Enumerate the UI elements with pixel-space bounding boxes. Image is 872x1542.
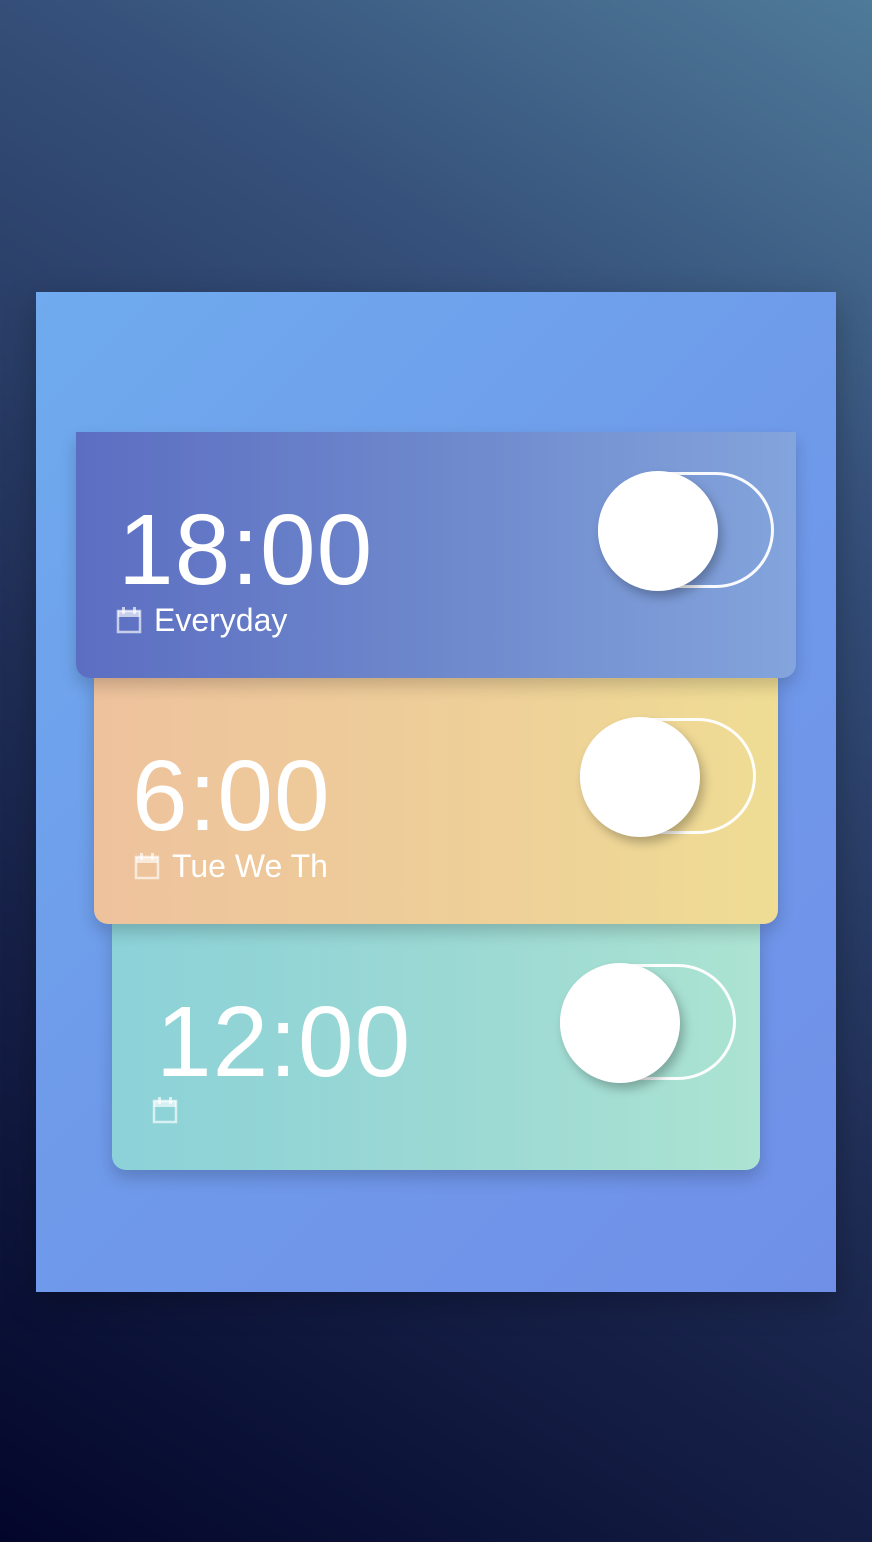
alarm-toggle[interactable]: [580, 717, 756, 837]
alarm-days-label: Tue We Th: [172, 848, 328, 884]
calendar-icon: [134, 853, 160, 880]
alarm-card[interactable]: 18:00 Everyday: [76, 432, 796, 678]
toggle-knob[interactable]: [560, 963, 680, 1083]
alarm-time: 18:00: [118, 494, 374, 606]
alarm-list-panel: 18:00 Everyday 6:00 Tue We Th 12:00: [36, 292, 836, 1292]
calendar-icon: [152, 1097, 178, 1124]
alarm-days: Tue We Th: [134, 850, 328, 882]
alarm-days: Everyday: [116, 604, 287, 636]
alarm-card[interactable]: 12:00: [112, 924, 760, 1170]
alarm-toggle[interactable]: [560, 963, 736, 1083]
alarm-time: 12:00: [156, 986, 412, 1098]
calendar-icon: [116, 607, 142, 634]
alarm-card[interactable]: 6:00 Tue We Th: [94, 678, 778, 924]
alarm-days: [152, 1096, 190, 1124]
alarm-time: 6:00: [132, 740, 331, 852]
toggle-knob[interactable]: [580, 717, 700, 837]
alarm-toggle[interactable]: [598, 471, 774, 591]
alarm-days-label: Everyday: [154, 602, 288, 638]
toggle-knob[interactable]: [598, 471, 718, 591]
